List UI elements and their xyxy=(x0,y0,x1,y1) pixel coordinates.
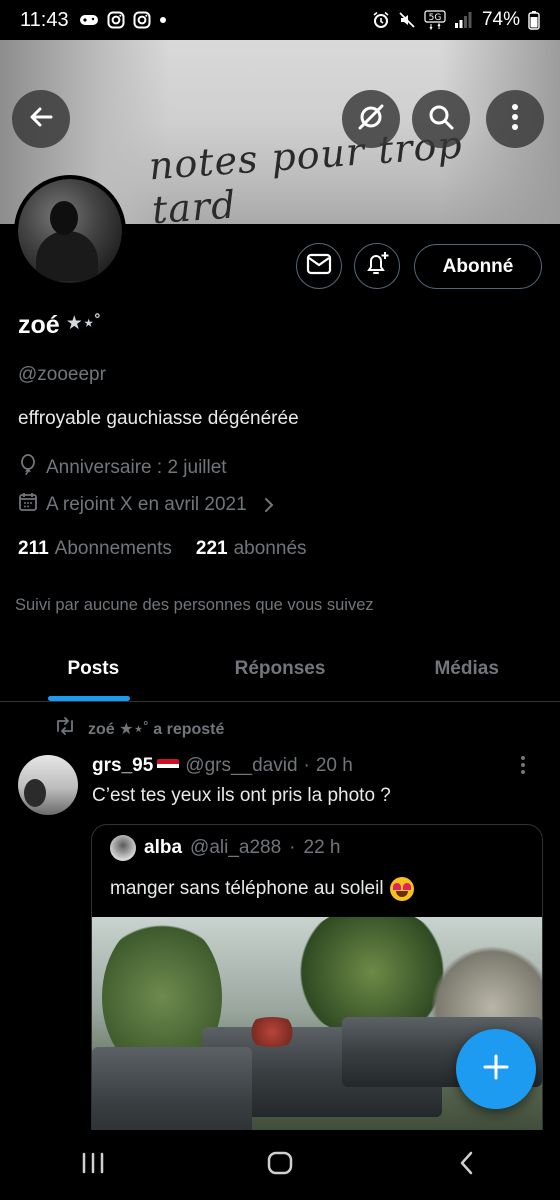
tab-label: Médias xyxy=(434,657,499,679)
network-5g-icon: 5G xyxy=(424,10,446,30)
active-tab-indicator xyxy=(48,696,130,701)
followed-by-text: Suivi par aucune des personnes que vous … xyxy=(15,596,374,614)
tab-label: Réponses xyxy=(234,657,326,679)
plus-icon xyxy=(482,1053,510,1086)
status-right: 5G 74% xyxy=(372,9,540,31)
following-button[interactable]: Abonné xyxy=(414,244,542,289)
mute-icon xyxy=(398,11,416,29)
balloon-icon xyxy=(18,454,38,482)
tab-media[interactable]: Médias xyxy=(373,636,560,701)
home-button[interactable] xyxy=(240,1135,320,1195)
status-left: 11:43 xyxy=(20,9,167,32)
profile-name: zoé ★⋆˚ xyxy=(18,311,101,340)
post-text: C’est tes yeux ils ont pris la photo ? xyxy=(92,785,391,806)
following-label: Abonnements xyxy=(54,538,172,559)
author-avatar[interactable] xyxy=(18,755,78,815)
tab-posts[interactable]: Posts xyxy=(0,636,187,701)
tab-label: Posts xyxy=(67,657,120,679)
separator-dot: · xyxy=(289,837,296,858)
avatar-body xyxy=(36,231,98,281)
status-time: 11:43 xyxy=(20,8,69,31)
follow-stats: 211 Abonnements 221 abonnés xyxy=(18,538,307,560)
egypt-flag-icon xyxy=(157,759,180,773)
repost-icon xyxy=(54,717,76,740)
profile-avatar[interactable] xyxy=(14,175,126,287)
repost-label: zoé ★⋆˚ a reposté xyxy=(88,720,225,738)
grok-button[interactable] xyxy=(342,90,400,148)
chevron-left-icon xyxy=(459,1151,475,1180)
quote-header: alba @ali_a288 · 22 h xyxy=(110,835,340,861)
calendar-icon xyxy=(18,492,38,518)
chevron-right-icon xyxy=(263,496,275,514)
quote-text: manger sans téléphone au soleil xyxy=(110,878,384,899)
svg-text:5G: 5G xyxy=(429,13,442,23)
quote-author-handle: @ali_a288 xyxy=(190,837,282,858)
followers-link[interactable]: 221 abonnés xyxy=(196,538,307,560)
author-handle[interactable]: @grs__david xyxy=(185,755,297,777)
avatar-image xyxy=(18,179,122,283)
following-count: 211 xyxy=(18,538,49,559)
separator-dot: · xyxy=(303,755,310,776)
quote-text-row: manger sans téléphone au soleil xyxy=(110,877,414,901)
author-name: grs_95 xyxy=(92,755,154,776)
more-vertical-icon xyxy=(511,103,519,136)
search-icon xyxy=(426,102,456,137)
battery-percent: 74% xyxy=(481,9,520,30)
profile-bio: effroyable gauchiasse dégénérée xyxy=(18,408,299,429)
display-name: zoé xyxy=(18,311,60,339)
birthday-text: Anniversaire : 2 juillet xyxy=(46,457,227,478)
recent-apps-icon xyxy=(81,1152,105,1179)
dot-icon xyxy=(159,16,167,24)
back-arrow-icon xyxy=(26,102,56,137)
avatar-head xyxy=(50,201,78,235)
tab-replies[interactable]: Réponses xyxy=(187,636,374,701)
more-options-button[interactable] xyxy=(486,90,544,148)
back-button[interactable] xyxy=(12,90,70,148)
back-nav-button[interactable] xyxy=(427,1135,507,1195)
bell-plus-icon xyxy=(363,250,391,283)
signal-icon xyxy=(454,12,472,28)
mail-icon xyxy=(306,253,332,280)
status-bar: 11:43 5G 74% xyxy=(0,0,560,40)
post-time[interactable]: 20 h xyxy=(316,755,353,777)
search-button[interactable] xyxy=(412,90,470,148)
profile-tabs: Posts Réponses Médias xyxy=(0,636,560,702)
heart-eyes-emoji-icon xyxy=(389,877,414,901)
grok-icon xyxy=(356,102,386,137)
message-button[interactable] xyxy=(296,243,342,289)
following-link[interactable]: 211 Abonnements xyxy=(18,538,172,560)
followers-count: 221 xyxy=(195,538,228,559)
alarm-icon xyxy=(372,11,390,29)
gamepad-icon xyxy=(79,12,99,28)
author-name-group[interactable]: grs_95 xyxy=(92,755,180,777)
tweet-header: grs_95 @grs__david · 20 h xyxy=(92,755,353,777)
quote-author-avatar xyxy=(110,835,136,861)
joined-text: A rejoint X en avril 2021 xyxy=(46,494,247,515)
red-plant xyxy=(242,1017,302,1047)
recent-apps-button[interactable] xyxy=(53,1135,133,1195)
battery-icon xyxy=(528,10,540,30)
more-vertical-icon xyxy=(520,756,526,779)
birthday-row: Anniversaire : 2 juillet xyxy=(18,454,227,482)
notifications-button[interactable] xyxy=(354,243,400,289)
avatar-figure xyxy=(24,779,46,807)
home-icon xyxy=(267,1151,293,1180)
instagram-icon xyxy=(133,11,151,29)
system-nav-bar xyxy=(0,1130,560,1200)
post-more-button[interactable] xyxy=(520,755,526,780)
quote-author-name: alba xyxy=(144,837,183,858)
name-decoration: ★⋆˚ xyxy=(65,313,101,334)
profile-handle: @zooeepr xyxy=(18,364,106,385)
repost-indicator[interactable]: zoé ★⋆˚ a reposté xyxy=(54,717,224,740)
compose-post-button[interactable] xyxy=(456,1029,536,1109)
followers-label: abonnés xyxy=(233,538,307,559)
joined-row[interactable]: A rejoint X en avril 2021 xyxy=(18,492,275,518)
instagram-icon xyxy=(107,11,125,29)
quote-time: 22 h xyxy=(303,837,341,858)
